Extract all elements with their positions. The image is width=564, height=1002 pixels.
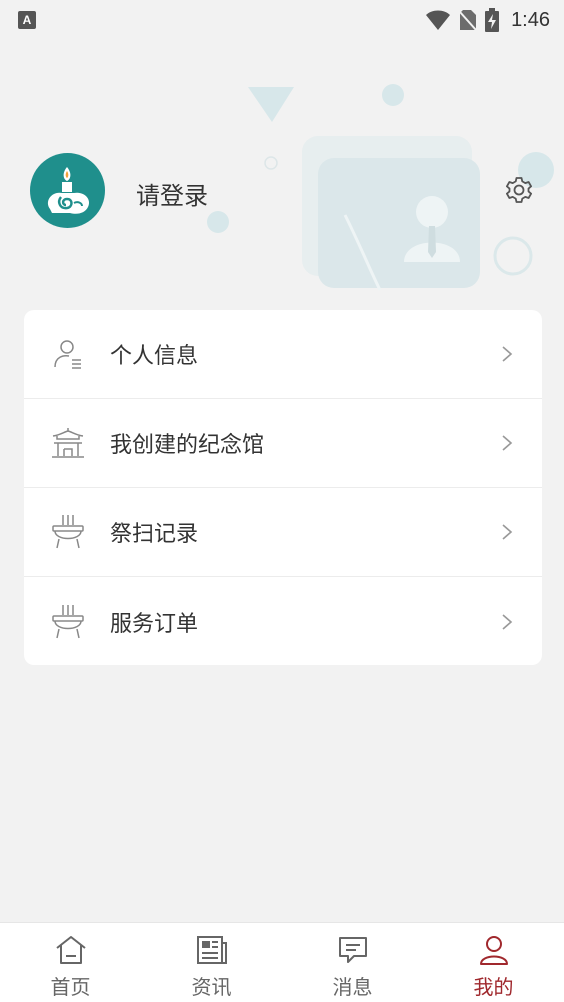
- incense-burner-icon: [48, 602, 88, 642]
- tab-label: 首页: [50, 975, 91, 999]
- login-prompt[interactable]: 请登录: [136, 176, 208, 211]
- status-bar: A 1:46: [0, 0, 564, 40]
- menu-item-personal-info[interactable]: 个人信息: [24, 310, 542, 399]
- chevron-right-icon: [502, 435, 513, 451]
- user-icon: [479, 936, 508, 965]
- no-sim-icon: [459, 10, 477, 31]
- menu-item-my-memorials[interactable]: 我创建的纪念馆: [24, 399, 542, 488]
- tab-news[interactable]: 资讯: [141, 923, 282, 1002]
- chevron-right-icon: [502, 524, 513, 540]
- menu-item-worship-records[interactable]: 祭扫记录: [24, 488, 542, 577]
- settings-button[interactable]: [502, 173, 536, 207]
- tab-label: 资讯: [191, 975, 232, 999]
- menu-item-label: 祭扫记录: [110, 522, 199, 547]
- profile-header: 请登录: [0, 40, 564, 310]
- menu-item-label: 服务订单: [110, 611, 199, 637]
- incense-logo-icon: [47, 167, 90, 214]
- tab-label: 消息: [332, 975, 373, 999]
- tab-label: 我的: [473, 975, 514, 999]
- gear-icon: [506, 177, 532, 203]
- message-icon: [338, 937, 367, 963]
- menu-item-service-orders[interactable]: 服务订单: [24, 577, 542, 665]
- menu-item-label: 个人信息: [110, 344, 199, 369]
- avatar[interactable]: [30, 153, 105, 228]
- bottom-tab-bar: 首页 资讯 消息 我的: [0, 922, 564, 1002]
- menu-item-label: 我创建的纪念馆: [110, 433, 265, 458]
- tab-home[interactable]: 首页: [0, 923, 141, 1002]
- notification-a-icon: A: [18, 11, 36, 29]
- chevron-right-icon: [502, 613, 513, 630]
- tab-messages[interactable]: 消息: [282, 923, 423, 1002]
- incense-burner-icon: [48, 512, 88, 552]
- person-info-icon: [48, 334, 88, 374]
- status-time: 1:46: [511, 8, 550, 31]
- tab-mine[interactable]: 我的: [423, 923, 564, 1002]
- wifi-icon: [426, 10, 451, 30]
- memorial-hall-icon: [48, 423, 88, 463]
- battery-charging-icon: [485, 8, 500, 32]
- news-icon: [196, 936, 227, 964]
- chevron-right-icon: [502, 346, 513, 362]
- menu-card: 个人信息 我创建的纪念馆 祭扫记录 服务订单: [24, 310, 542, 665]
- home-icon: [55, 936, 86, 964]
